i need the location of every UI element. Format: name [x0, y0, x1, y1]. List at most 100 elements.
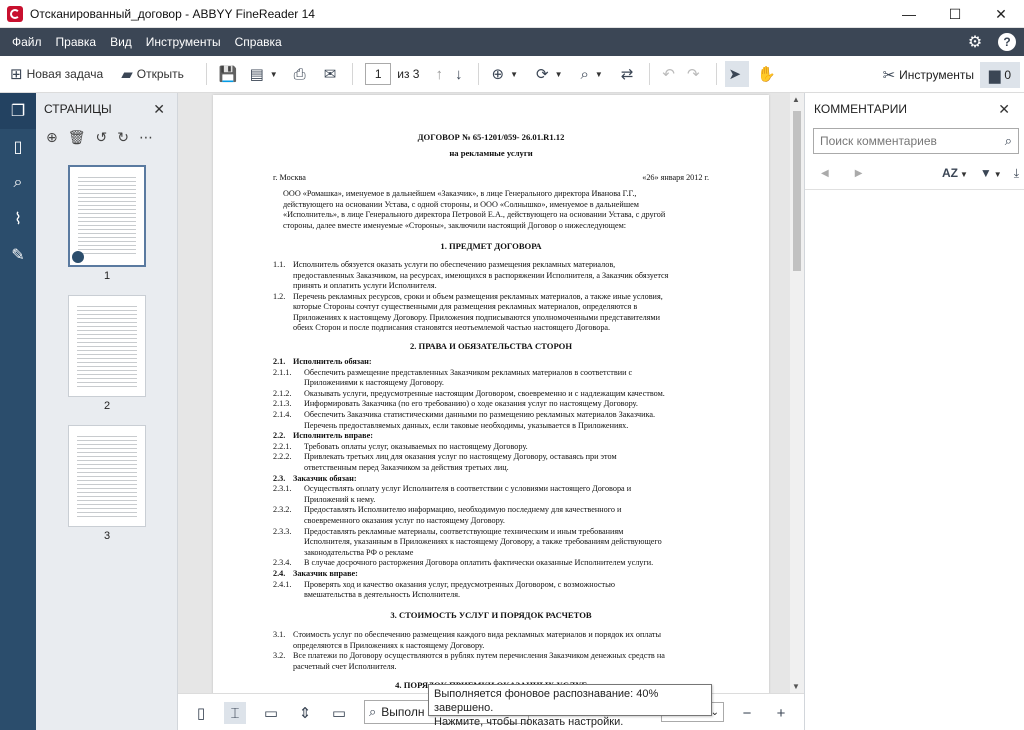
- fit-width-icon[interactable]: ⇕: [294, 702, 316, 724]
- collapse-all-icon[interactable]: ⤓: [1014, 166, 1019, 181]
- doc-text-line: Обеспечить Заказчика статистическими дан…: [304, 410, 655, 419]
- close-icon[interactable]: ✕: [153, 101, 165, 118]
- comments-tools: ◀ ▶ AZ ▼ ▼ ▼ ⤓: [813, 163, 1019, 183]
- page-thumbnail[interactable]: 3: [36, 425, 178, 542]
- signature-nav-icon[interactable]: ✎: [0, 237, 36, 273]
- doc-text-line: Заказчик обязан:: [293, 473, 357, 483]
- add-page-icon[interactable]: ⊕: [46, 129, 58, 146]
- email-button[interactable]: ✉: [320, 61, 345, 87]
- comments-search-input[interactable]: Поиск комментариев ⌕: [813, 128, 1019, 154]
- bookmark-nav-icon[interactable]: ▯: [0, 129, 36, 165]
- close-icon[interactable]: ✕: [998, 101, 1010, 118]
- filter-icon[interactable]: ▼ ▼: [980, 166, 1002, 180]
- scroll-down-icon[interactable]: ▼: [792, 682, 800, 691]
- doc-city: г. Москва: [273, 173, 306, 182]
- menu-file[interactable]: Файл: [12, 35, 42, 49]
- doc-heading-2: 2. ПРАВА И ОБЯЗАТЕЛЬСТВА СТОРОН: [409, 341, 573, 351]
- doc-text-line: В случае досрочного расторжения Договора…: [304, 558, 654, 568]
- recognize-button[interactable]: ⌕ ▼: [576, 61, 606, 87]
- compare-icon: ⇄: [620, 66, 634, 83]
- menu-tools[interactable]: Инструменты: [146, 35, 221, 49]
- prev-comment-icon[interactable]: ◀: [821, 168, 829, 179]
- comments-toggle-button[interactable]: ▆ 0: [980, 62, 1020, 88]
- page-thumbnail[interactable]: 1: [36, 165, 178, 282]
- more-icon[interactable]: ⋯: [139, 129, 153, 146]
- menu-help[interactable]: Справка: [235, 35, 282, 49]
- hand-tool-button[interactable]: ✋: [753, 61, 784, 87]
- search-icon: ⌕: [1004, 133, 1012, 148]
- presentation-icon[interactable]: ▭: [328, 702, 350, 724]
- redo-button[interactable]: ↷: [683, 61, 708, 87]
- pages-panel-header: СТРАНИЦЫ ✕: [36, 93, 177, 125]
- settings-gear-icon[interactable]: ⚙: [966, 33, 984, 51]
- comments-panel-header: КОММЕНТАРИИ ✕: [805, 93, 1024, 125]
- page-number-input[interactable]: 1: [365, 63, 392, 85]
- pages-panel: СТРАНИЦЫ ✕ ⊕ 🗑 ↺ ↻ ⋯ 1 2 3: [36, 93, 178, 730]
- menu-edit[interactable]: Правка: [56, 35, 97, 49]
- doc-text-line: Исполнителя, указанным в Приложениях к н…: [304, 537, 662, 547]
- doc-clause-number: 2.2.1.: [273, 441, 292, 451]
- help-icon[interactable]: ?: [998, 33, 1016, 51]
- open-button[interactable]: ▰ Открыть: [117, 61, 188, 87]
- status-search-value: Выполн: [381, 705, 425, 719]
- select-tool-button[interactable]: ➤: [724, 61, 750, 87]
- undo-button[interactable]: ↶: [658, 61, 683, 87]
- doc-text-line: Привлекать третьих лиц для оказания услу…: [304, 452, 617, 462]
- pages-nav-icon[interactable]: ❐: [0, 93, 36, 129]
- single-page-view-icon[interactable]: ▯: [190, 702, 212, 724]
- toolbar-separator: [649, 63, 651, 85]
- scroll-view-icon[interactable]: ⌶: [224, 702, 246, 724]
- search-nav-icon[interactable]: ⌕: [0, 165, 36, 201]
- doc-subtitle: на рекламные услуги: [449, 148, 533, 158]
- previous-page-button[interactable]: ↑: [431, 61, 451, 87]
- page-count-label: из 3: [397, 67, 420, 81]
- menu-view[interactable]: Вид: [110, 35, 132, 49]
- doc-text-line: Исполнитель обязан:: [293, 357, 372, 366]
- page-thumbnail[interactable]: 2: [36, 295, 178, 412]
- save-icon: 💾: [218, 66, 238, 83]
- vertical-scrollbar[interactable]: ▲ ▼: [790, 93, 804, 693]
- save-button[interactable]: 💾: [215, 61, 246, 87]
- add-page-button[interactable]: ⊕ ▼: [487, 61, 522, 87]
- scroll-up-icon[interactable]: ▲: [792, 95, 800, 104]
- doc-clause-number: 2.4.: [273, 569, 286, 578]
- minimize-button[interactable]: —: [886, 0, 932, 28]
- zoom-out-icon[interactable]: −: [736, 702, 758, 724]
- envelope-icon: ✉: [323, 66, 337, 83]
- chevron-down-icon: ▼: [269, 69, 278, 79]
- doc-heading-3: 3. СТОИМОСТЬ УСЛУГ И ПОРЯДОК РАСЧЕТОВ: [390, 610, 592, 620]
- rotate-right-icon[interactable]: ↻: [117, 129, 129, 146]
- document-page: ДОГОВОР № 65-1201/059- 26.01.R1.12 на ре…: [213, 95, 769, 693]
- tools-icon: ✂: [882, 67, 896, 84]
- doc-text-line: Требовать оплаты услуг, оказываемых по н…: [304, 441, 528, 451]
- rotate-button[interactable]: ⟳ ▼: [532, 61, 567, 87]
- new-task-button[interactable]: ⊞ Новая задача: [6, 61, 107, 87]
- recognize-badge-icon: [72, 251, 84, 263]
- doc-text-line: Перечень рекламных ресурсов, сроки и объ…: [293, 291, 663, 301]
- open-label: Открыть: [136, 67, 184, 81]
- doc-text-line: которые Стороны сочтут существенными для…: [293, 302, 638, 311]
- close-button[interactable]: ✕: [978, 0, 1024, 28]
- delete-icon[interactable]: 🗑: [68, 129, 86, 146]
- rotate-left-icon[interactable]: ↺: [96, 129, 108, 146]
- toolbar-separator: [352, 63, 354, 85]
- doc-text-line: Приложений к нему.: [304, 494, 376, 504]
- attachment-nav-icon[interactable]: ⌇: [0, 201, 36, 237]
- compare-button[interactable]: ⇄: [617, 61, 642, 87]
- next-page-button[interactable]: ↓: [451, 61, 471, 87]
- two-page-view-icon[interactable]: ▭: [260, 702, 282, 724]
- document-view[interactable]: ДОГОВОР № 65-1201/059- 26.01.R1.12 на ре…: [178, 93, 804, 693]
- maximize-button[interactable]: ☐: [932, 0, 978, 28]
- save-as-button[interactable]: ▤ ▼: [246, 61, 282, 87]
- next-comment-icon[interactable]: ▶: [855, 168, 863, 179]
- zoom-in-icon[interactable]: +: [770, 702, 792, 724]
- print-button[interactable]: ⎙: [290, 61, 314, 87]
- scrollbar-thumb[interactable]: [793, 111, 801, 271]
- sort-icon[interactable]: AZ ▼: [942, 166, 968, 180]
- recognition-tooltip[interactable]: Выполняется фоновое распознавание: 40% з…: [428, 684, 712, 728]
- doc-text-line: Предоставлять Исполнителю информацию, не…: [304, 505, 622, 515]
- tools-button[interactable]: ✂ Инструменты: [883, 62, 974, 88]
- pages-panel-title: СТРАНИЦЫ: [44, 102, 112, 116]
- chevron-down-icon: ▼: [510, 69, 518, 79]
- doc-text-line: Исполнитель вправе:: [293, 431, 373, 441]
